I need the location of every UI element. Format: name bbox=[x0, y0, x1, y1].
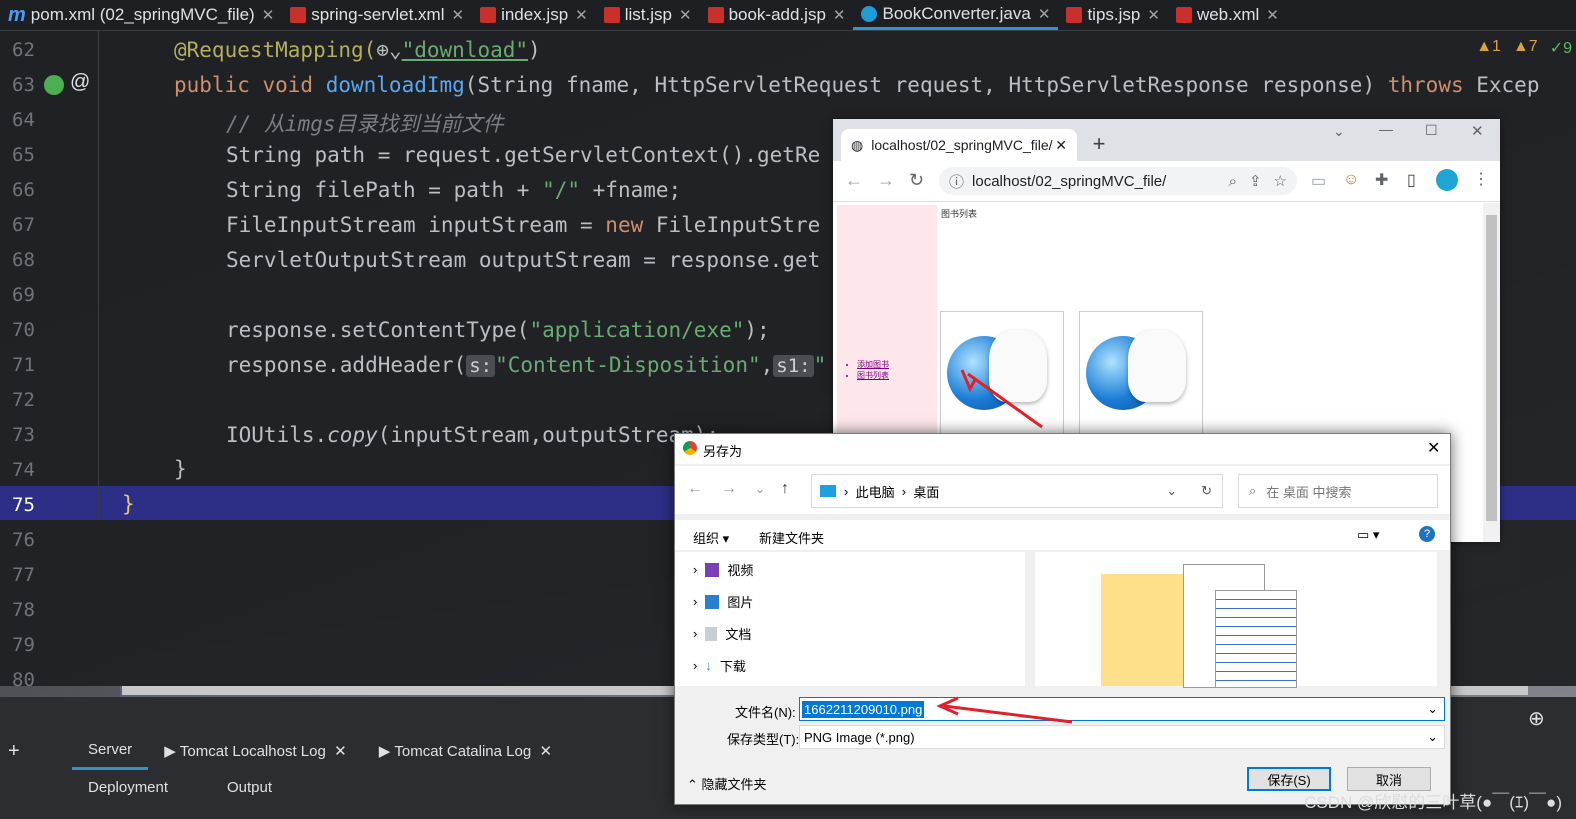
red-arrowhead bbox=[960, 369, 978, 393]
red-arrow-to-filename bbox=[943, 704, 1073, 724]
csdn-watermark: CSDN @欣慰的三叶草(●￣(ｴ)￣●) bbox=[1304, 793, 1562, 812]
annotation-arrows bbox=[936, 369, 1073, 724]
red-arrow-to-download bbox=[967, 372, 1043, 429]
